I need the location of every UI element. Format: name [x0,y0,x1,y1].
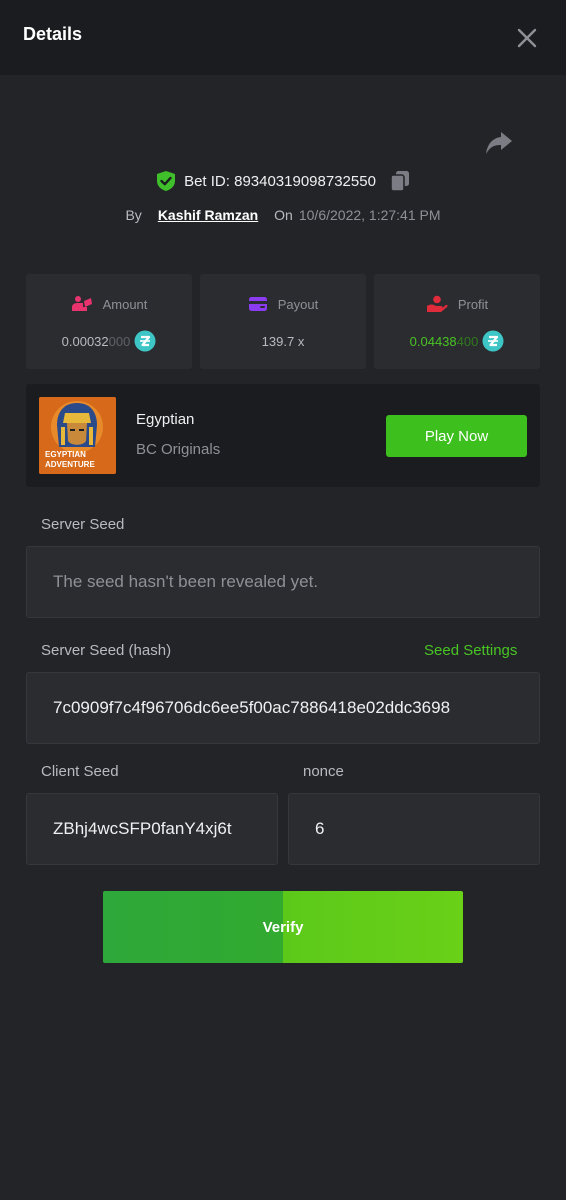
client-seed-value: ZBhj4wcSFP0fanY4xj6t [53,819,232,838]
client-seed-label: Client Seed [41,763,119,780]
payout-label: Payout [277,296,319,312]
server-seed-field[interactable]: The seed hasn't been revealed yet. [26,546,540,618]
coin-icon [134,330,156,352]
profit-hand-icon [426,295,448,312]
thumb-title-2: ADVENTURE [45,460,95,469]
game-provider: BC Originals [136,441,221,458]
nonce-field[interactable]: 6 [288,793,540,865]
on-label: On [274,207,293,223]
page-title: Details [23,24,83,44]
server-hash-value: 7c0909f7c4f96706dc6ee5f00ac7886418e02ddc… [53,698,451,717]
copy-icon[interactable] [390,170,410,192]
bet-id-row: Bet ID: 89340319098732550 [0,168,566,194]
amount-icon [71,296,92,311]
bet-date: 10/6/2022, 1:27:41 PM [298,207,441,223]
verify-button[interactable]: Verify [103,891,463,963]
client-seed-field[interactable]: ZBhj4wcSFP0fanY4xj6t [26,793,278,865]
profit-label: Profit [457,296,489,312]
server-seed-value: The seed hasn't been revealed yet. [53,572,319,591]
amount-label: Amount [102,296,148,312]
game-name: Egyptian [136,411,195,428]
game-thumbnail[interactable]: EGYPTIAN ADVENTURE [39,397,116,474]
close-button[interactable] [515,26,539,50]
shield-check-icon [157,171,176,191]
server-hash-field[interactable]: 7c0909f7c4f96706dc6ee5f00ac7886418e02ddc… [26,672,540,744]
by-label: By [125,207,142,223]
server-seed-label: Server Seed [41,516,125,533]
share-icon [486,132,512,154]
profit-value: 0.04438 [409,333,457,349]
nonce-label: nonce [303,763,344,780]
amount-value: 0.00032 [61,333,109,349]
close-icon [517,28,537,48]
wallet-icon [248,297,267,311]
profit-value-trailing: 400 [456,333,479,349]
share-button[interactable] [484,128,514,158]
amount-value-trailing: 000 [108,333,131,349]
header-bar: Details [0,0,566,75]
amount-card: Amount 0.00032000 [26,274,192,369]
thumb-title-1: EGYPTIAN [45,450,86,459]
bet-meta-row: By Kashif Ramzan On 10/6/2022, 1:27:41 P… [0,204,566,226]
nonce-value: 6 [315,819,325,838]
server-hash-label: Server Seed (hash) [41,642,172,659]
coin-icon [482,330,504,352]
payout-value: 139.7 x [261,333,305,349]
profit-card: Profit 0.04438400 [374,274,540,369]
game-card: EGYPTIAN ADVENTURE Egyptian BC Originals… [26,384,540,487]
seed-settings-link[interactable]: Seed Settings [424,642,517,659]
payout-card: Payout 139.7 x [200,274,366,369]
user-link[interactable]: Kashif Ramzan [158,207,258,223]
bet-id: Bet ID: 89340319098732550 [184,172,376,190]
play-now-button[interactable]: Play Now [386,415,527,457]
